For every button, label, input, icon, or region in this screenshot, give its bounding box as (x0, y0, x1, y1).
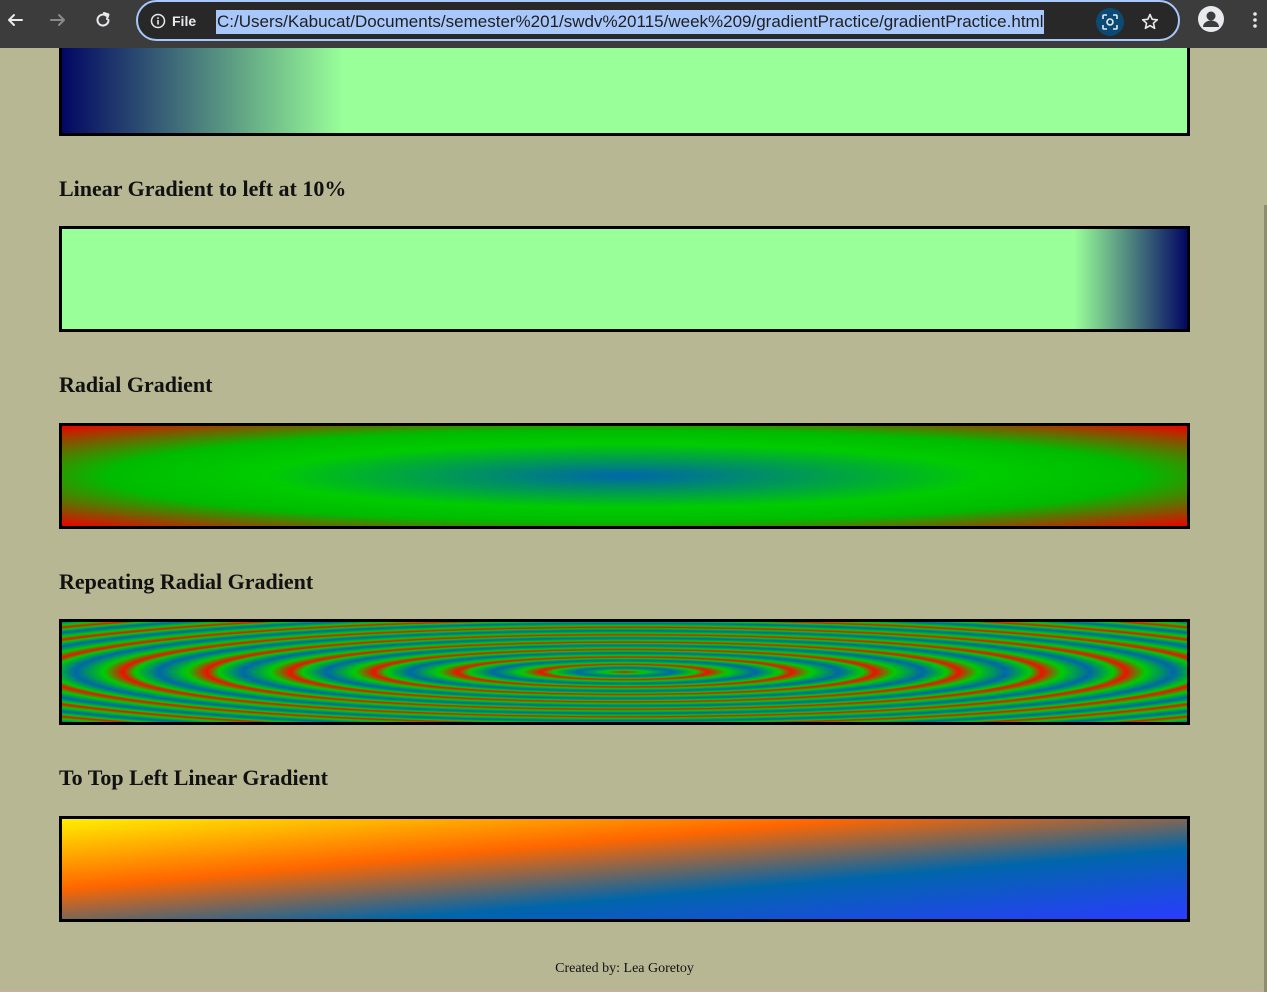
heading-radial-gradient: Radial Gradient (59, 372, 213, 397)
lens-icon (1102, 14, 1118, 30)
avatar-icon (1203, 11, 1219, 27)
google-lens-button[interactable] (1096, 8, 1124, 36)
top-left-linear-gradient-box (59, 816, 1190, 922)
heading-top-left-linear-gradient: To Top Left Linear Gradient (59, 765, 328, 790)
heading-repeating-radial-gradient: Repeating Radial Gradient (59, 569, 314, 594)
profile-button[interactable] (1198, 6, 1224, 32)
bookmark-button[interactable] (1136, 8, 1164, 36)
forward-button[interactable] (43, 6, 73, 34)
footer-credit: Created by: Lea Goretoy (555, 961, 694, 976)
forward-arrow-icon (50, 14, 65, 26)
star-icon (1141, 13, 1159, 30)
info-icon (150, 13, 166, 29)
page-content: Linear Gradient to left at 10% Radial Gr… (0, 48, 1267, 992)
back-button[interactable] (0, 6, 30, 34)
site-info-button[interactable]: File (150, 10, 196, 32)
browser-toolbar: File C:/Users/Kabucat/Documents/semester… (0, 0, 1267, 48)
heading-linear-gradient-left: Linear Gradient to left at 10% (59, 176, 347, 201)
url-text[interactable]: C:/Users/Kabucat/Documents/semester%201/… (216, 10, 1045, 34)
linear-gradient-left-box (59, 226, 1190, 332)
back-arrow-icon (8, 14, 23, 26)
kebab-menu-icon (1253, 12, 1257, 28)
linear-gradient-to-right-box (59, 48, 1190, 136)
reload-button[interactable] (88, 6, 118, 34)
browser-menu-button[interactable] (1246, 6, 1264, 34)
site-info-label: File (172, 13, 197, 29)
address-bar[interactable]: File C:/Users/Kabucat/Documents/semester… (136, 0, 1180, 41)
reload-icon (96, 12, 110, 27)
repeating-radial-gradient-box (59, 619, 1190, 725)
radial-gradient-box (59, 423, 1190, 529)
